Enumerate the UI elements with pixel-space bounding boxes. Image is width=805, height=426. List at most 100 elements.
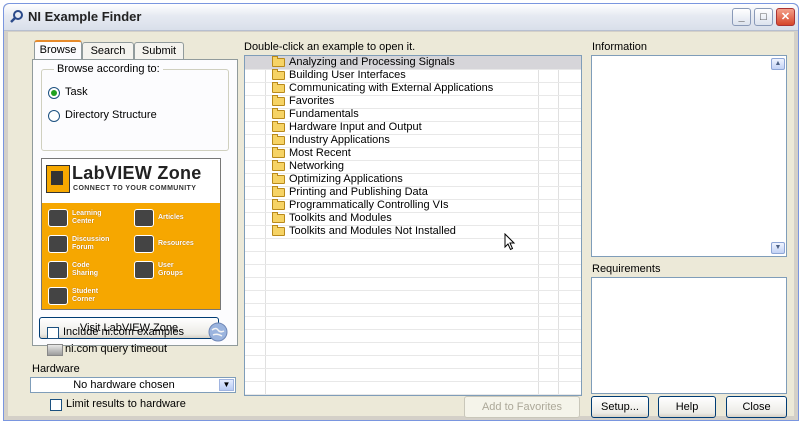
- learning-center-link[interactable]: Learning Center: [48, 209, 102, 227]
- student-corner-link[interactable]: Student Corner: [48, 287, 98, 305]
- information-panel[interactable]: ▲ ▼: [591, 55, 787, 257]
- limit-hardware-label[interactable]: Limit results to hardware: [66, 398, 186, 410]
- requirements-label: Requirements: [592, 263, 661, 275]
- example-folder-row[interactable]: Toolkits and Modules Not Installed: [245, 225, 581, 239]
- student-icon: [48, 287, 68, 305]
- example-folder-row[interactable]: Building User Interfaces: [245, 69, 581, 83]
- folder-icon: [272, 160, 285, 171]
- close-button[interactable]: Close: [726, 396, 787, 418]
- browse-group-label: Browse according to:: [54, 63, 163, 75]
- example-folder-row[interactable]: Most Recent: [245, 147, 581, 161]
- code-sharing-icon: [48, 261, 68, 279]
- folder-icon: [272, 147, 285, 158]
- example-folder-row[interactable]: Analyzing and Processing Signals: [245, 56, 581, 70]
- folder-icon: [272, 56, 285, 67]
- example-finder-window: NI Example Finder _ □ ✕ Browse Search Su…: [3, 3, 799, 421]
- help-button[interactable]: Help: [658, 396, 716, 418]
- scroll-up-icon[interactable]: ▲: [771, 58, 785, 70]
- discussion-forum-link[interactable]: Discussion Forum: [48, 235, 109, 253]
- scroll-down-icon[interactable]: ▼: [771, 242, 785, 254]
- example-folder-row[interactable]: Optimizing Applications: [245, 173, 581, 187]
- resources-link[interactable]: Resources: [134, 235, 194, 253]
- tab-search[interactable]: Search: [82, 42, 134, 59]
- folder-icon: [272, 82, 285, 93]
- resources-icon: [134, 235, 154, 253]
- empty-row: [245, 251, 581, 265]
- learning-center-label: Learning Center: [72, 210, 102, 225]
- example-folder-row[interactable]: Programmatically Controlling VIs: [245, 199, 581, 213]
- labview-zone-tagline: CONNECT TO YOUR COMMUNITY: [73, 185, 197, 192]
- example-folder-row[interactable]: Communicating with External Applications: [245, 82, 581, 96]
- example-folder-row[interactable]: Industry Applications: [245, 134, 581, 148]
- examples-tree[interactable]: Analyzing and Processing Signals Building…: [244, 55, 582, 396]
- add-to-favorites-button[interactable]: Add to Favorites: [464, 396, 580, 418]
- folder-icon: [272, 199, 285, 210]
- example-folder-label: Toolkits and Modules: [289, 212, 392, 224]
- include-ni-label[interactable]: Include ni.com examples: [63, 326, 184, 338]
- folder-icon: [272, 69, 285, 80]
- empty-row: [245, 381, 581, 395]
- example-folder-row[interactable]: Favorites: [245, 95, 581, 109]
- example-folder-label: Hardware Input and Output: [289, 121, 422, 133]
- labview-zone-banner[interactable]: LabVIEW Zone CONNECT TO YOUR COMMUNITY L…: [41, 158, 221, 310]
- mouse-cursor-icon: [504, 233, 516, 251]
- examples-instruction: Double-click an example to open it.: [244, 41, 416, 53]
- example-folder-row[interactable]: Networking: [245, 160, 581, 174]
- resources-label: Resources: [158, 240, 194, 247]
- folder-icon: [272, 134, 285, 145]
- directory-structure-radio[interactable]: [48, 110, 60, 122]
- search-icon: [10, 10, 23, 23]
- title-bar[interactable]: NI Example Finder _ □ ✕: [4, 4, 798, 31]
- example-folder-label: Building User Interfaces: [289, 69, 406, 81]
- example-folder-row[interactable]: Hardware Input and Output: [245, 121, 581, 135]
- hardware-select[interactable]: No hardware chosen ▼: [30, 377, 236, 393]
- labview-zone-links: Learning Center Articles Discussion Foru…: [42, 203, 220, 309]
- example-folder-label: Networking: [289, 160, 345, 172]
- discussion-icon: [48, 235, 68, 253]
- folder-icon: [272, 95, 285, 106]
- user-groups-icon: [134, 261, 154, 279]
- user-groups-label: User Groups: [158, 262, 183, 277]
- example-folder-row[interactable]: Toolkits and Modules: [245, 212, 581, 226]
- browse-panel: Browse according to: Task Directory Stru…: [32, 59, 238, 346]
- folder-icon: [272, 225, 285, 236]
- example-folder-row[interactable]: Fundamentals: [245, 108, 581, 122]
- chevron-down-icon[interactable]: ▼: [219, 379, 234, 391]
- maximize-button[interactable]: □: [754, 8, 773, 26]
- empty-row: [245, 290, 581, 304]
- limit-hardware-checkbox[interactable]: [50, 399, 62, 411]
- task-radio-label[interactable]: Task: [65, 86, 88, 98]
- setup-button[interactable]: Setup...: [591, 396, 649, 418]
- empty-row: [245, 329, 581, 343]
- tab-browse[interactable]: Browse: [34, 40, 82, 60]
- hardware-label: Hardware: [32, 363, 80, 375]
- empty-row: [245, 303, 581, 317]
- folder-icon: [272, 108, 285, 119]
- folder-icon: [272, 186, 285, 197]
- empty-row: [245, 355, 581, 369]
- window-client-area: Browse Search Submit Browse according to…: [8, 32, 794, 418]
- articles-link[interactable]: Articles: [134, 209, 184, 227]
- include-ni-checkbox[interactable]: [47, 327, 59, 339]
- close-icon: ✕: [780, 11, 791, 23]
- requirements-panel[interactable]: [591, 277, 787, 394]
- example-folder-label: Programmatically Controlling VIs: [289, 199, 449, 211]
- folder-icon: [272, 121, 285, 132]
- example-folder-row[interactable]: Printing and Publishing Data: [245, 186, 581, 200]
- empty-row: [245, 342, 581, 356]
- query-timeout-slider[interactable]: [47, 344, 63, 356]
- directory-structure-label[interactable]: Directory Structure: [65, 109, 157, 121]
- labview-logo-icon: [46, 165, 70, 193]
- code-sharing-link[interactable]: Code Sharing: [48, 261, 98, 279]
- tab-submit[interactable]: Submit: [134, 42, 184, 59]
- close-window-button[interactable]: ✕: [776, 8, 795, 26]
- globe-icon: [208, 322, 228, 342]
- student-corner-label: Student Corner: [72, 288, 99, 303]
- user-groups-link[interactable]: User Groups: [134, 261, 183, 279]
- articles-label: Articles: [158, 214, 184, 221]
- task-radio[interactable]: [48, 87, 60, 99]
- example-folder-label: Analyzing and Processing Signals: [289, 56, 455, 68]
- articles-icon: [134, 209, 154, 227]
- empty-row: [245, 316, 581, 330]
- minimize-button[interactable]: _: [732, 8, 751, 26]
